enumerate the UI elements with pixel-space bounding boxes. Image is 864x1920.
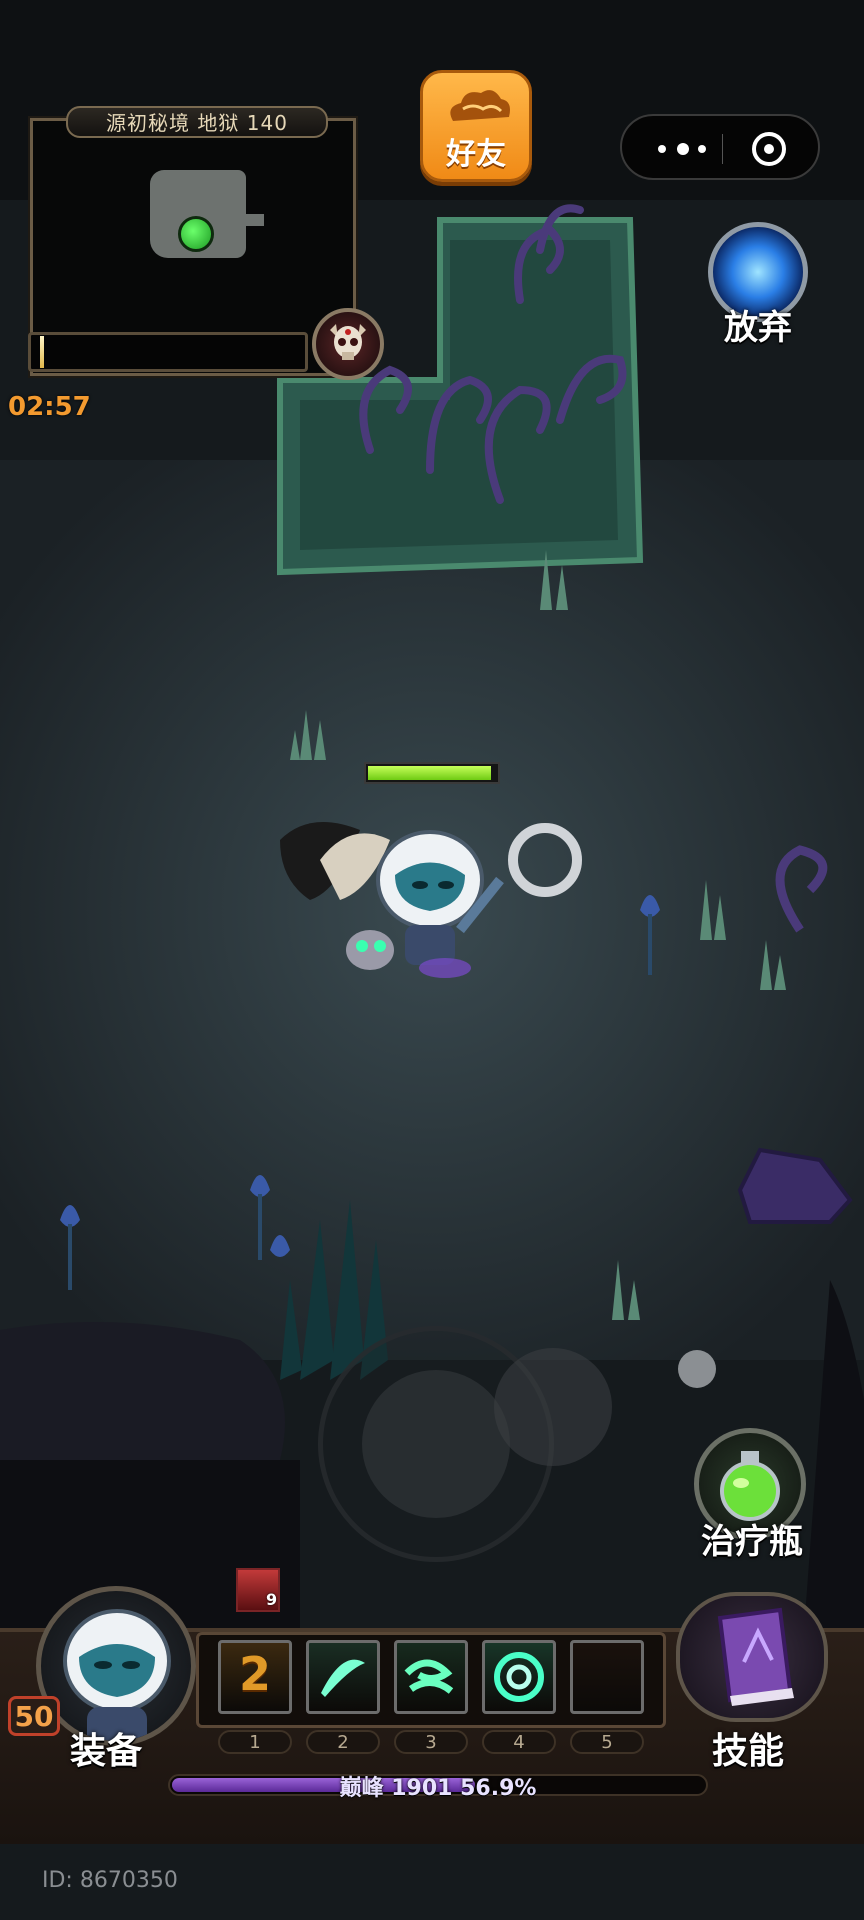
more-dots-icon-center <box>677 143 689 155</box>
slot-number-1: 1 <box>249 1732 261 1753</box>
slot-number-4: 4 <box>513 1732 525 1753</box>
skill-slot-1[interactable]: 2 <box>218 1640 292 1714</box>
slot-number-2: 2 <box>337 1732 349 1753</box>
dungeon-progress-fill <box>40 336 44 368</box>
skill-label[interactable]: 技能 <box>712 1722 784 1774</box>
skill-book-button[interactable] <box>676 1592 828 1722</box>
dungeon-title: 源初秘境 地狱 140 <box>66 106 328 138</box>
skill-slot-2[interactable] <box>306 1640 380 1714</box>
wind-skill-icon <box>404 1659 454 1694</box>
joystick-knob[interactable] <box>362 1370 510 1518</box>
countdown-timer: 02:57 <box>8 392 91 422</box>
more-menu-button[interactable] <box>650 130 720 166</box>
mini-program-capsule <box>620 114 820 180</box>
player-id: ID: 8670350 <box>42 1868 178 1893</box>
minimap-room-exit <box>240 214 264 226</box>
more-dots-icon <box>658 145 666 153</box>
spellbook-icon <box>717 1607 794 1706</box>
close-mini-program-icon[interactable] <box>752 132 786 166</box>
player-hp-fill <box>368 766 491 780</box>
peak-xp-text: 巅峰 1901 56.9% <box>339 1776 537 1801</box>
vortex-skill-icon <box>494 1652 544 1702</box>
skill-slot-5[interactable] <box>570 1640 644 1714</box>
boss-skull-icon[interactable] <box>312 308 384 380</box>
skill-slot-3[interactable] <box>394 1640 468 1714</box>
more-dots-icon-end <box>698 145 706 153</box>
buff-stack-count: 9 <box>266 1590 278 1609</box>
friend-button[interactable]: 好友 <box>420 70 532 182</box>
dungeon-progress-track <box>28 332 308 372</box>
slot-number-3: 3 <box>425 1732 437 1753</box>
equip-label[interactable]: 装备 <box>70 1722 142 1774</box>
floating-assist-dot[interactable] <box>678 1350 716 1388</box>
capsule-divider <box>722 134 723 164</box>
skill-slot-4[interactable] <box>482 1640 556 1714</box>
friend-button-label: 好友 <box>446 137 506 172</box>
player-level-badge: 50 <box>8 1696 60 1736</box>
joystick-touch-indicator <box>494 1348 612 1466</box>
giveup-button-label[interactable]: 放弃 <box>700 300 816 349</box>
counter-skill-icon: 2 <box>238 1647 271 1701</box>
slot-number-5: 5 <box>601 1732 613 1753</box>
astronaut-avatar-icon <box>63 1609 171 1741</box>
minimap-player-marker <box>178 216 214 252</box>
healing-potion-label: 治疗瓶 <box>701 1522 803 1562</box>
cloud-icon <box>450 90 510 121</box>
slash-skill-icon <box>321 1659 365 1697</box>
